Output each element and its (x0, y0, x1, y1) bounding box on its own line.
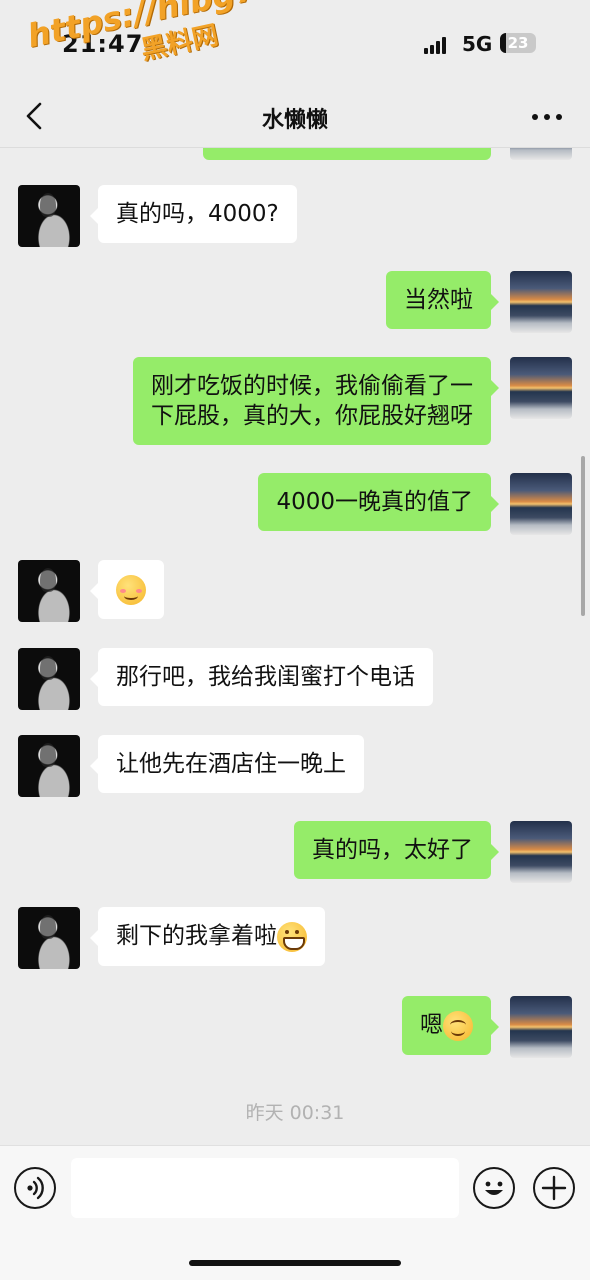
message-text: 让他先在酒店住一晚上 (116, 751, 346, 777)
message-text: 真的吗，4000? (116, 201, 279, 227)
blush-emoji-icon (116, 574, 146, 605)
emoji-button[interactable] (473, 1167, 515, 1209)
avatar-contact[interactable] (18, 185, 80, 247)
chat-area[interactable]: 真的吗，4000? 当然啦 刚才吃饭的时候，我偷偷看了一 下屁股，真的大，你屁股… (0, 148, 590, 1145)
message-bubble[interactable]: 剩下的我拿着啦 (90, 907, 325, 966)
message-timestamp: 昨天 00:31 (245, 1102, 345, 1124)
nav-bar: 水懒懒 (0, 88, 590, 148)
message-text: 那行吧，我给我闺蜜打个电话 (116, 664, 415, 690)
avatar-me[interactable] (510, 271, 572, 333)
battery-icon: 23 (500, 33, 536, 53)
home-indicator[interactable] (189, 1260, 401, 1266)
emoji-icon (485, 1181, 503, 1195)
message-text-line: 下屁股，真的大，你屁股好翘呀 (151, 403, 473, 429)
message-bubble[interactable] (90, 560, 164, 619)
avatar-me[interactable] (510, 996, 572, 1058)
smile-emoji-icon (443, 1010, 473, 1041)
scrollbar[interactable] (581, 456, 585, 616)
message-bubble[interactable]: 4000一晚真的值了 (258, 473, 499, 531)
message-text: 4000一晚真的值了 (276, 489, 473, 515)
message-text: 剩下的我拿着啦 (116, 923, 277, 949)
more-button[interactable] (528, 102, 568, 132)
avatar-contact[interactable] (18, 735, 80, 797)
avatar-me[interactable] (510, 148, 572, 160)
chat-title: 水懒懒 (261, 108, 328, 133)
network-type: 5G (462, 32, 493, 56)
voice-button[interactable] (14, 1167, 56, 1209)
message-bubble[interactable]: 真的吗，4000? (90, 185, 297, 243)
plus-button[interactable] (533, 1167, 575, 1209)
message-text: 真的吗，太好了 (312, 837, 473, 863)
message-bubble[interactable]: 当然啦 (386, 271, 499, 329)
message-bubble[interactable]: 让他先在酒店住一晚上 (90, 735, 364, 793)
voice-icon (27, 1176, 44, 1200)
message-text: 嗯 (420, 1012, 443, 1038)
more-dots-icon (532, 114, 562, 120)
avatar-me[interactable] (510, 821, 572, 883)
message-input[interactable] (71, 1158, 459, 1218)
message-bubble[interactable]: 嗯 (402, 996, 499, 1055)
avatar-contact[interactable] (18, 907, 80, 969)
message-text-line: 刚才吃饭的时候，我偷偷看了一 (151, 373, 473, 399)
avatar-me[interactable] (510, 473, 572, 535)
message-bubble[interactable]: 刚才吃饭的时候，我偷偷看了一 下屁股，真的大，你屁股好翘呀 (133, 357, 499, 445)
avatar-contact[interactable] (18, 648, 80, 710)
message-bubble[interactable]: 真的吗，太好了 (294, 821, 499, 879)
message-bubble[interactable]: 那行吧，我给我闺蜜打个电话 (90, 648, 433, 706)
avatar-contact[interactable] (18, 560, 80, 622)
avatar-me[interactable] (510, 357, 572, 419)
signal-icon (424, 36, 448, 54)
message-bubble-partial[interactable] (203, 148, 491, 160)
plus-icon (541, 1175, 567, 1201)
message-text: 当然啦 (404, 287, 473, 313)
grin-emoji-icon (277, 921, 307, 952)
